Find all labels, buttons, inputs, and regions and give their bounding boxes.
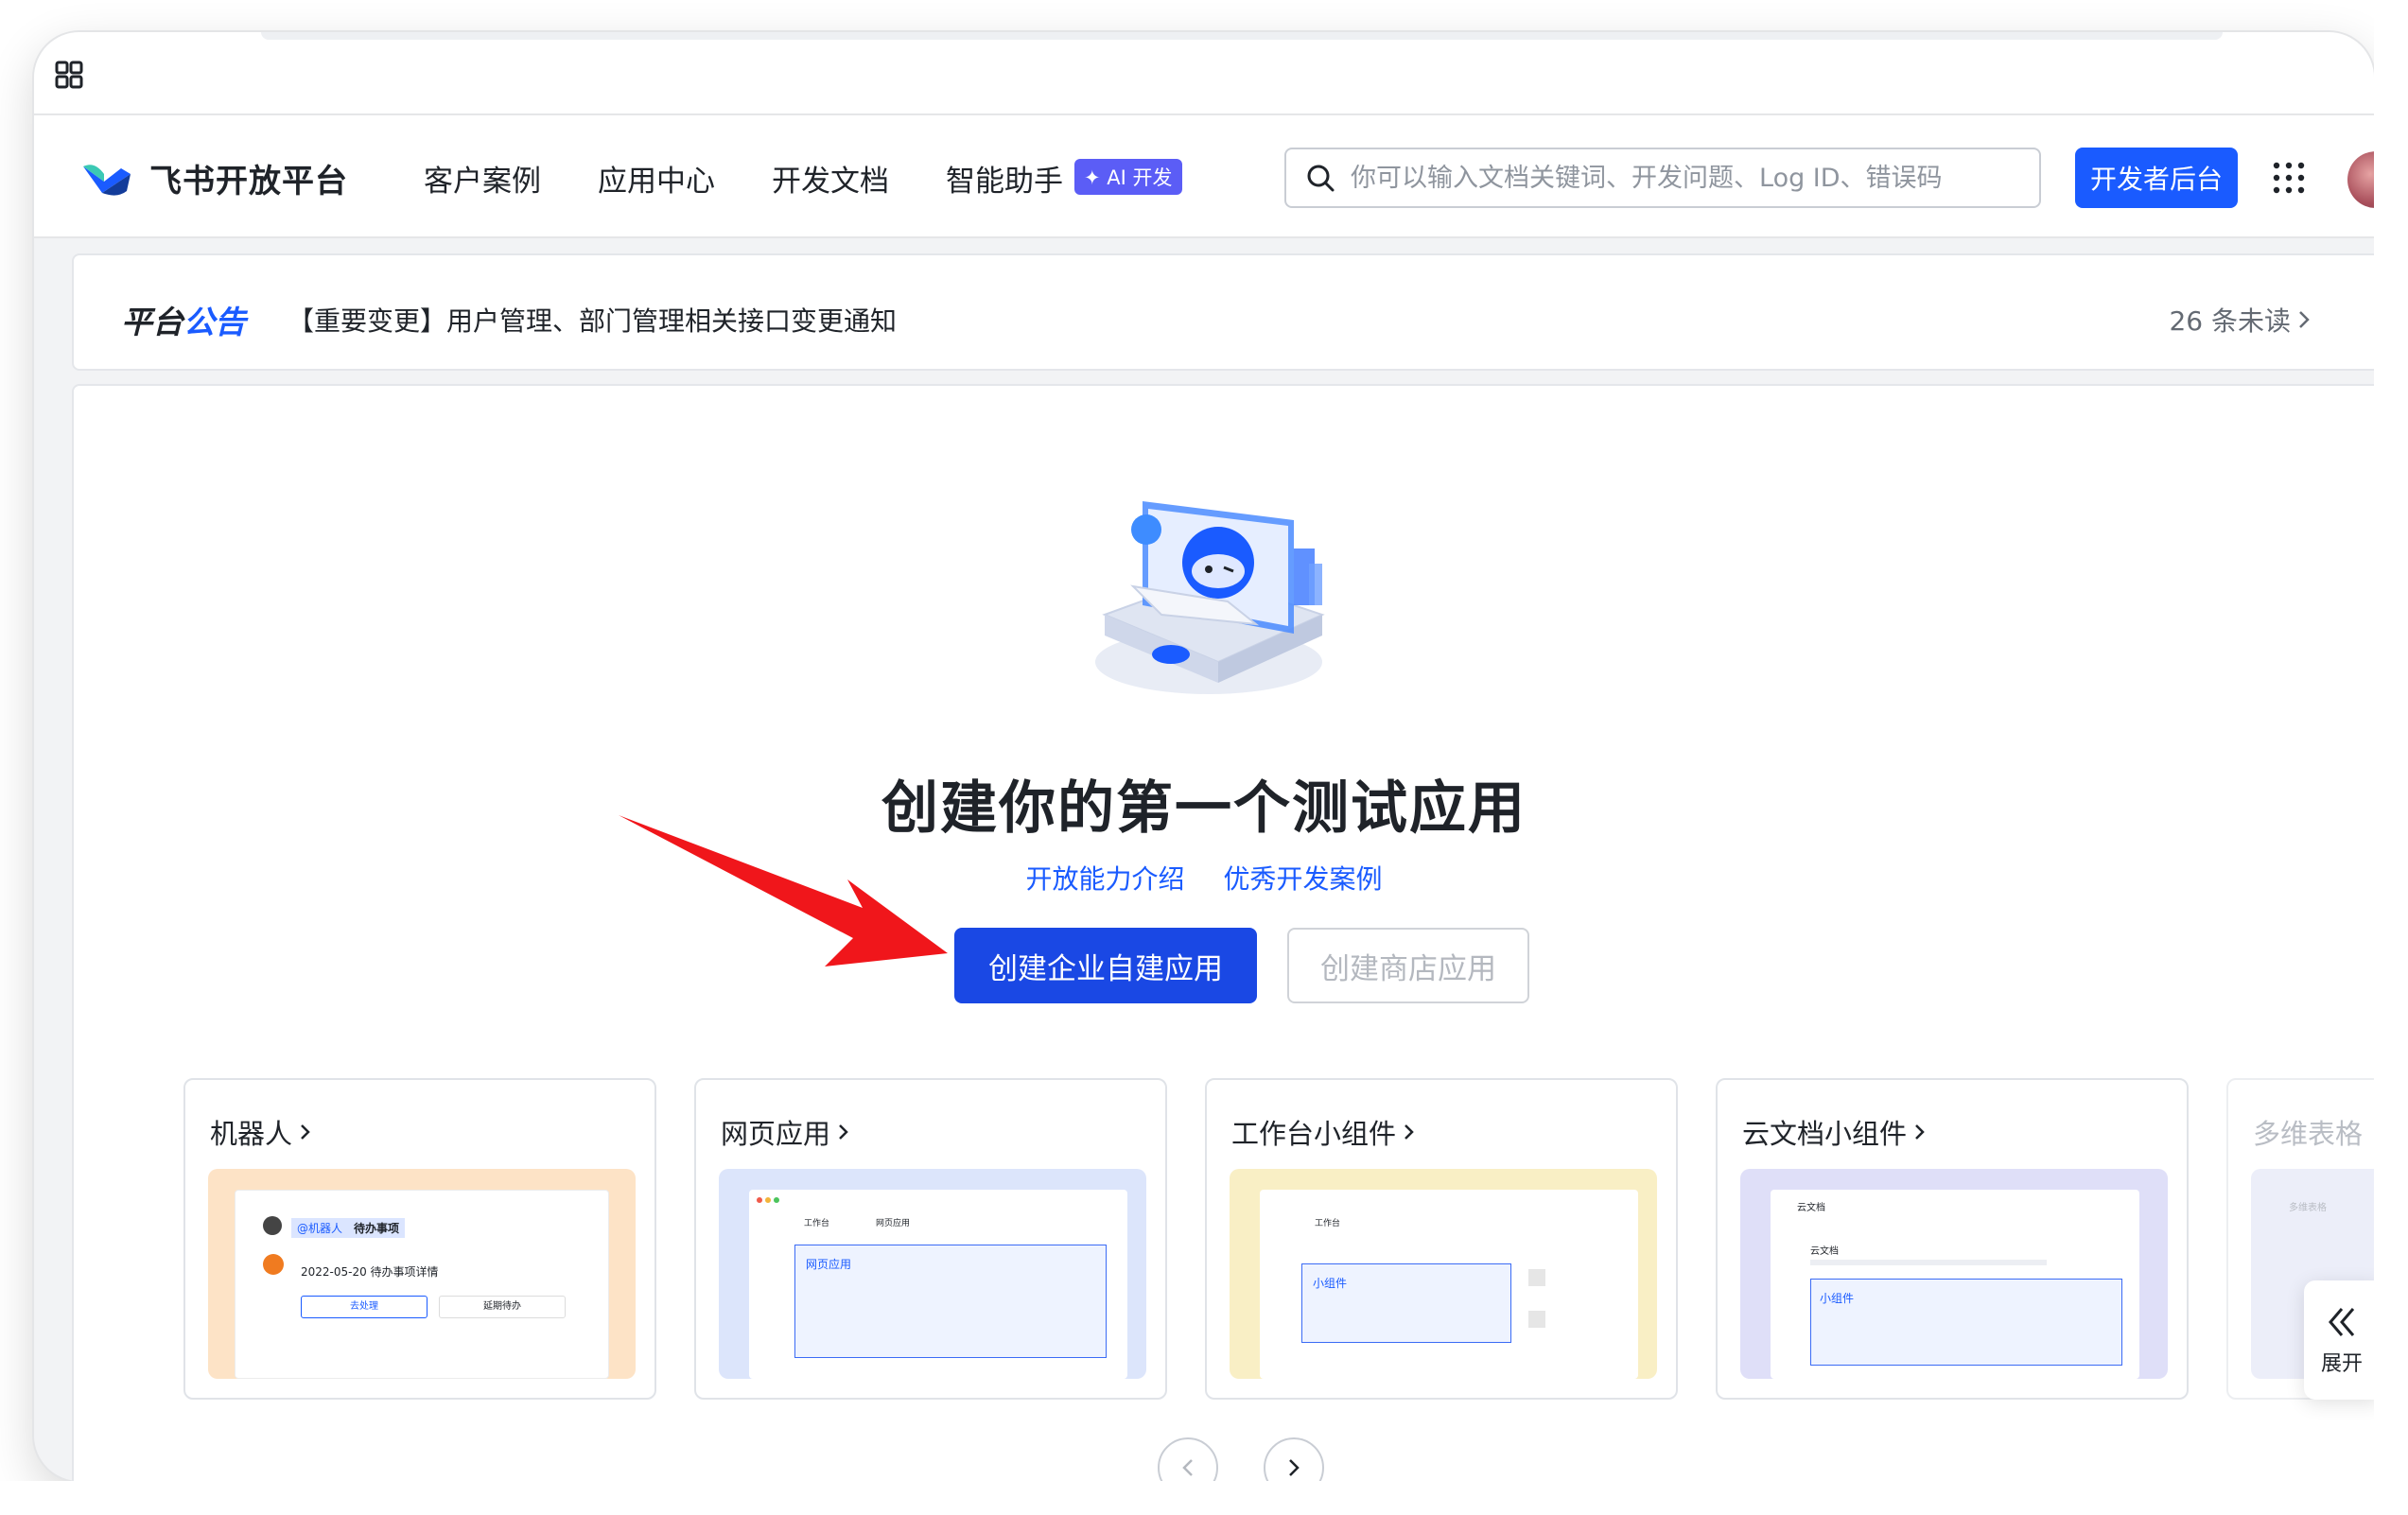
app-type-card-bot[interactable]: 机器人 @机器人 待办事项 2022-05-20 待办事项详情 去处理 延期待办 [183,1078,656,1400]
web-app-preview: 工作台 网页应用 网页应用 [719,1169,1146,1379]
platform-notice-bar[interactable]: 平台公告 【重要变更】用户管理、部门管理相关接口变更通知 26 条未读 [72,253,2399,371]
developer-console-button[interactable]: 开发者后台 [2075,148,2238,208]
bot-icon [263,1254,284,1275]
nav-ai-assistant[interactable]: 智能助手 [946,157,1063,200]
widget-preview: 工作台 小组件 [1230,1169,1657,1379]
card-title: 网页应用 [721,1118,831,1150]
brand-name: 飞书开放平台 [149,162,348,200]
card-title: 机器人 [210,1118,293,1150]
chevron-right-icon [1289,1459,1300,1476]
double-chevron-left-icon [2329,1308,2355,1336]
search-box[interactable] [1284,148,2041,208]
app-type-card-web-app[interactable]: 网页应用 工作台 网页应用 网页应用 [694,1078,1167,1400]
chevron-right-icon [301,1124,310,1140]
ai-dev-badge: ✦ AI 开发 [1074,159,1182,195]
brand-logo[interactable]: 飞书开放平台 [79,153,348,202]
feishu-logo-icon [83,165,131,196]
tab-overview-icon[interactable] [55,61,83,89]
card-title: 多维表格 [2253,1118,2364,1150]
unread-count-link[interactable]: 26 条未读 [2169,301,2312,339]
chevron-right-icon [1915,1124,1925,1140]
app-type-card-doc-widget[interactable]: 云文档小组件 云文档 云文档 小组件 [1716,1078,2189,1400]
card-title: 云文档小组件 [1742,1118,1908,1150]
red-annotation-arrow-icon [619,815,948,966]
expand-panel-button[interactable]: 展开 [2304,1280,2380,1400]
nav-app-center[interactable]: 应用中心 [598,157,715,200]
apps-grid-icon[interactable] [2272,161,2306,195]
create-store-app-button[interactable]: 创建商店应用 [1287,928,1529,1003]
dev-cases-link[interactable]: 优秀开发案例 [1223,863,1382,895]
search-input[interactable] [1351,163,2032,193]
app-type-card-workplace-widget[interactable]: 工作台小组件 工作台 小组件 [1205,1078,1678,1400]
chevron-right-icon [1405,1124,1414,1140]
hero-title: 创建你的第一个测试应用 [881,775,1527,842]
notice-title: 平台公告 [121,304,246,340]
chevron-left-icon [1182,1459,1193,1476]
avatar-icon [263,1216,282,1235]
chevron-right-icon [2299,311,2310,328]
capabilities-intro-link[interactable]: 开放能力介绍 [1026,863,1185,895]
create-custom-app-button[interactable]: 创建企业自建应用 [954,928,1257,1003]
nav-dev-docs[interactable]: 开发文档 [772,157,889,200]
chevron-right-icon [839,1124,848,1140]
card-title: 工作台小组件 [1231,1118,1397,1150]
hero-links: 开放能力介绍 优秀开发案例 [0,859,2408,897]
bot-preview: @机器人 待办事项 2022-05-20 待办事项详情 去处理 延期待办 [208,1169,636,1379]
robot-laptop-illustration-icon [1095,501,1325,694]
user-avatar[interactable] [2347,151,2374,208]
window-dots-icon [757,1197,785,1203]
nav-customer-cases[interactable]: 客户案例 [424,157,541,200]
browser-tab-bar [34,32,2374,115]
search-icon [1307,165,1335,192]
notice-headline[interactable]: 【重要变更】用户管理、部门管理相关接口变更通知 [288,301,897,339]
doc-widget-preview: 云文档 云文档 小组件 [1740,1169,2168,1379]
top-navigation: 飞书开放平台 客户案例 应用中心 开发文档 智能助手 ✦ AI 开发 开发者后台 [34,115,2374,238]
